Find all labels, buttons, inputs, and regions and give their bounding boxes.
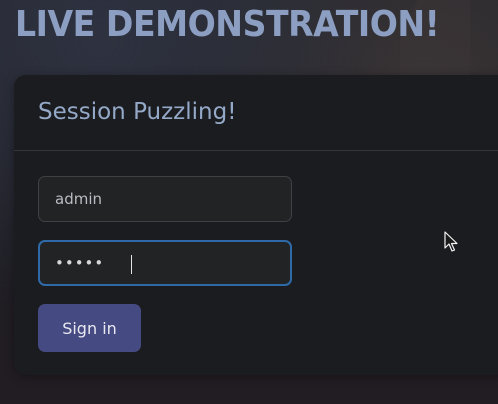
username-input[interactable] (38, 176, 292, 222)
page-headline: LIVE DEMONSTRATION! (15, 4, 440, 45)
password-input[interactable]: ••••• (38, 240, 292, 286)
mouse-pointer-icon (444, 231, 458, 252)
login-card: Session Puzzling! ••••• Sign in (14, 75, 498, 375)
password-masked-value: ••••• (55, 254, 105, 272)
sign-in-button[interactable]: Sign in (38, 304, 141, 352)
card-title: Session Puzzling! (38, 99, 237, 125)
text-caret (131, 255, 132, 274)
card-header: Session Puzzling! (14, 75, 498, 151)
